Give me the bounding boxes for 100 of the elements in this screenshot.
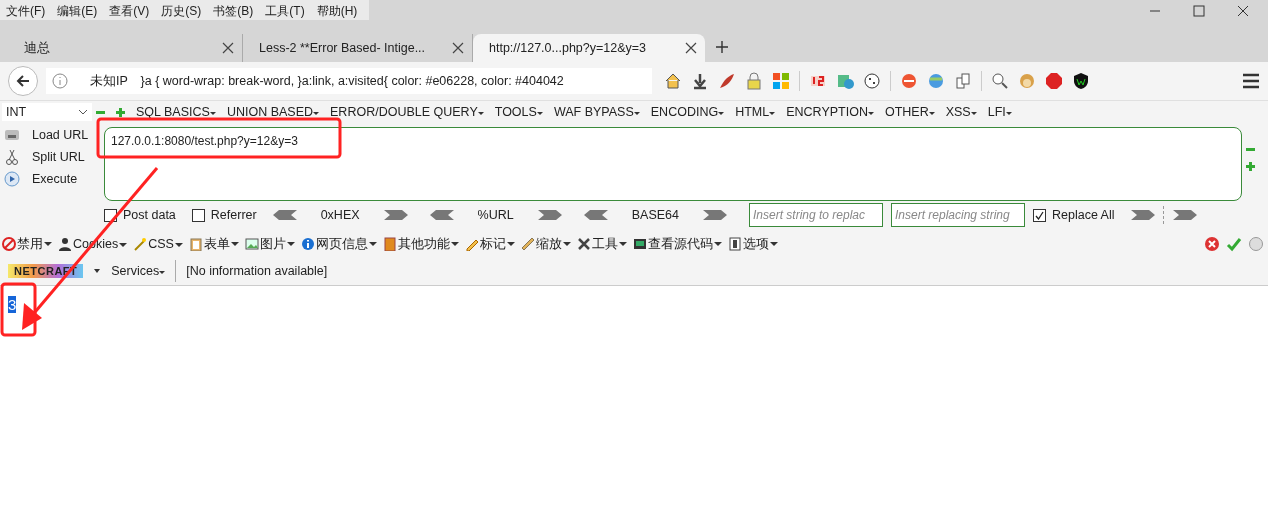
input-field[interactable]: Insert replacing string	[890, 203, 1025, 227]
person-icon	[58, 237, 72, 251]
menu-item[interactable]: 历史(S)	[155, 0, 208, 20]
ruler-icon	[520, 237, 535, 251]
cookie-icon[interactable]	[863, 72, 881, 90]
hackbar-menu[interactable]: ENCRYPTION	[786, 105, 874, 119]
menu-icon[interactable]	[1242, 73, 1260, 89]
plus-icon[interactable]	[116, 107, 125, 117]
right-arrow-icon[interactable]	[383, 209, 408, 221]
toolbar-menu[interactable]: 选项	[742, 235, 778, 253]
magnifier-icon[interactable]	[991, 72, 1009, 90]
encoder-label: 0xHEX	[320, 208, 360, 222]
toolbar-menu[interactable]: 网页信息	[315, 235, 377, 253]
plus-icon[interactable]	[715, 40, 729, 54]
menu-item[interactable]: 帮助(H)	[310, 0, 364, 20]
toolbar-menu[interactable]: 缩放	[535, 235, 571, 253]
toolbar-menu[interactable]: 工具	[591, 235, 627, 253]
circle-icon[interactable]	[1248, 236, 1264, 252]
caret-icon[interactable]	[93, 268, 102, 274]
minus-icon[interactable]	[1246, 145, 1255, 154]
hackbar-menu[interactable]: TOOLS	[494, 105, 543, 119]
no-entry-icon	[2, 237, 16, 251]
toolbar-menu[interactable]: 表单	[203, 235, 239, 253]
close-icon[interactable]	[222, 42, 234, 54]
close-icon[interactable]	[1204, 236, 1220, 252]
back-arrow-icon	[15, 73, 31, 89]
menu-item[interactable]: 编辑(E)	[51, 0, 104, 20]
highlight-box	[0, 282, 37, 337]
documents-icon[interactable]	[954, 72, 972, 90]
checkbox-label: Referrer	[210, 208, 257, 222]
info-icon	[300, 237, 315, 251]
right-arrow-icon[interactable]	[1130, 209, 1155, 221]
pencil-icon	[464, 237, 479, 251]
squares-icon[interactable]	[772, 72, 790, 90]
feather-icon[interactable]	[718, 72, 736, 90]
info-icon	[52, 73, 68, 89]
checkbox[interactable]	[1032, 208, 1046, 222]
address-bar[interactable]: 未知IP }a { word-wrap: break-word, }a:link, a:visited{ color: #e06228, color: #404042	[46, 68, 652, 94]
hackbar-menu[interactable]: HTML	[735, 105, 776, 119]
checkmark-icon	[1034, 210, 1044, 220]
toolbar-menu[interactable]: 标记	[479, 235, 515, 253]
menu-item[interactable]: 文件(F)	[0, 0, 52, 20]
hackbar-action[interactable]: Load URL	[32, 128, 89, 142]
stop-sign-icon[interactable]	[1045, 72, 1063, 90]
right-arrow-icon[interactable]	[1172, 209, 1197, 221]
hackbar-menu[interactable]: LFI	[987, 105, 1012, 119]
right-arrow-icon[interactable]	[537, 209, 562, 221]
page-text: 3	[8, 296, 17, 313]
checkbox[interactable]	[191, 208, 205, 222]
right-arrow-icon[interactable]	[702, 209, 727, 221]
lock-icon[interactable]	[745, 72, 763, 90]
wand-icon	[133, 237, 148, 251]
screen-icon	[632, 237, 647, 251]
toolbar-menu[interactable]: CSS	[148, 237, 183, 251]
encoder-label: %URL	[477, 208, 514, 222]
left-arrow-icon[interactable]	[583, 209, 608, 221]
panel-icon	[727, 237, 742, 251]
checkbox-label: Replace All	[1051, 208, 1115, 222]
toolbar-menu[interactable]: 图片	[259, 235, 295, 253]
services-menu[interactable]: Services	[111, 264, 166, 278]
address-text: 未知IP }a { word-wrap: break-word, }a:link, a:visited{ color: #e06228, color: #404042	[89, 72, 564, 90]
browser-tab[interactable]: http://127.0...php?y=12&y=3	[473, 34, 705, 62]
site-info: [No information available]	[186, 264, 328, 278]
image-icon	[244, 237, 259, 251]
menu-item[interactable]: 工具(T)	[259, 0, 311, 20]
left-arrow-icon[interactable]	[429, 209, 454, 221]
close-icon[interactable]	[685, 42, 697, 54]
hackbar-menu[interactable]: XSS	[945, 105, 977, 119]
download-icon[interactable]	[691, 72, 709, 90]
chevron-icon	[78, 109, 88, 115]
plus-icon[interactable]	[1246, 162, 1255, 171]
encoder-label: BASE64	[631, 208, 679, 222]
checkbox-label: Post data	[123, 208, 176, 222]
hackbar-menu[interactable]: OTHER	[884, 105, 935, 119]
hackbar-menu[interactable]: WAF BYPASS	[553, 105, 640, 119]
toolbar-menu[interactable]: 查看源代码	[647, 235, 722, 253]
close-icon[interactable]	[1236, 5, 1250, 17]
input-field[interactable]: Insert string to replac	[748, 203, 883, 227]
hackbar-action[interactable]: Split URL	[32, 150, 85, 164]
toolbar-menu[interactable]: 禁用	[17, 235, 52, 253]
shield-icon[interactable]	[1072, 72, 1090, 90]
maximize-icon[interactable]	[1192, 5, 1206, 17]
toolbar-menu[interactable]: 其他功能	[397, 235, 459, 253]
play-icon	[4, 171, 20, 187]
url-field[interactable]: 127.0.0.1:8080/test.php?y=12&y=3	[104, 127, 1242, 201]
hackbar-menu[interactable]: SQL BASICS	[136, 105, 216, 119]
clipboard-icon	[188, 237, 203, 251]
hackbar-menu[interactable]: ERROR/DOUBLE QUERY	[330, 105, 484, 119]
home-icon[interactable]	[664, 72, 682, 90]
type-select[interactable]: INT	[2, 103, 92, 121]
checkmark-icon[interactable]	[1226, 236, 1242, 252]
hackbar-menu[interactable]: UNION BASED	[226, 105, 319, 119]
left-arrow-icon[interactable]	[272, 209, 297, 221]
hackbar-action[interactable]: Execute	[32, 172, 78, 186]
back-button[interactable]	[8, 66, 38, 96]
scissors-icon	[4, 149, 20, 165]
menu-item[interactable]: 查看(V)	[103, 0, 156, 20]
hackbar-menu[interactable]: ENCODING	[650, 105, 725, 119]
menu-item[interactable]: 书签(B)	[207, 0, 260, 20]
close-icon[interactable]	[452, 42, 464, 54]
